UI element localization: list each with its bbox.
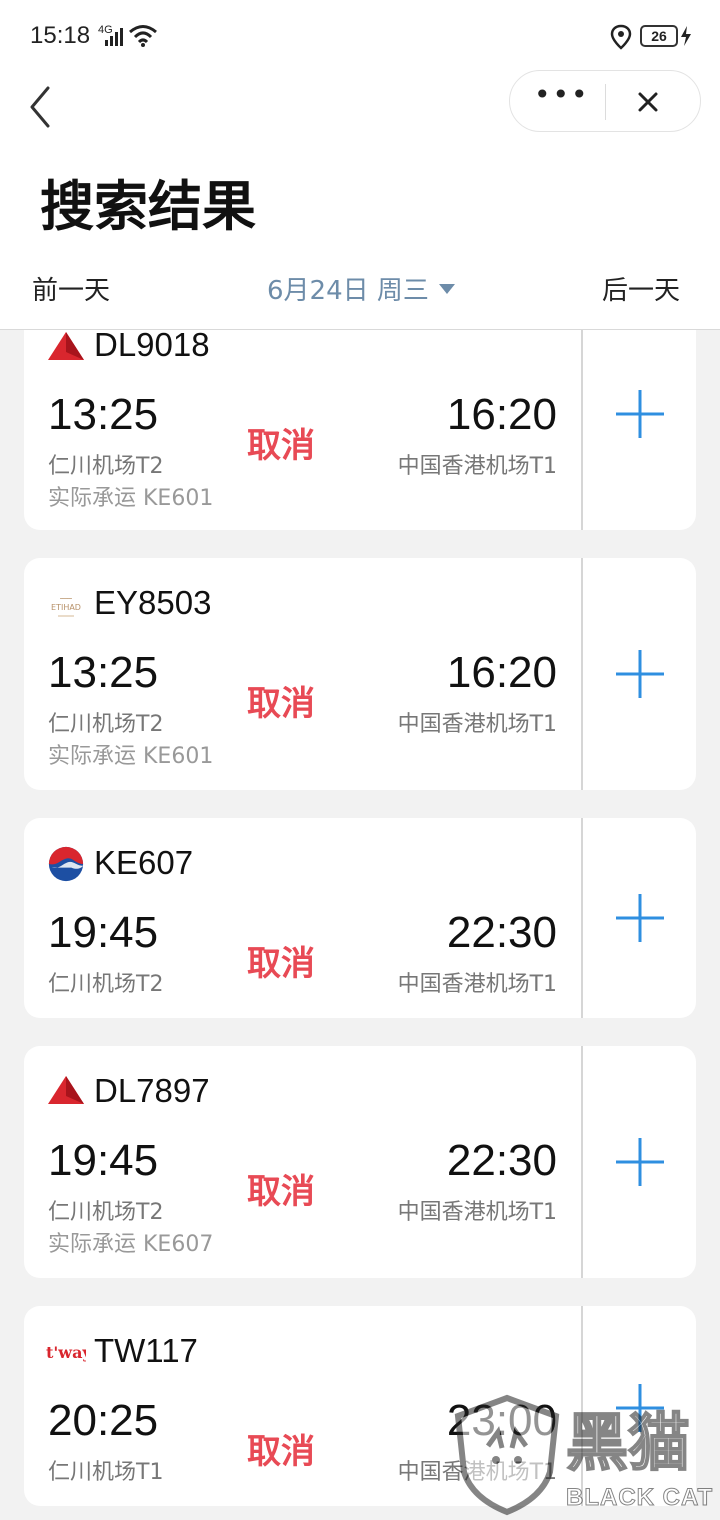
arrival-time: 22:30 [446,908,557,957]
close-icon[interactable] [635,89,661,115]
wifi-icon [129,25,157,47]
date-label: 6月24日 周三 [267,276,429,306]
arrival-time: 22:30 [446,1136,557,1185]
more-icon[interactable]: ••• [534,81,588,113]
flight-status: 取消 [247,1432,315,1472]
etihad-logo-text: ETIHAD [51,603,81,612]
departure-airport: 仁川机场T1 [48,1460,164,1485]
flight-number: EY8503 [94,584,212,621]
signal-icon [105,28,123,46]
arrival-airport: 中国香港机场T1 [397,972,557,997]
flight-number: DL9018 [94,330,210,363]
date-selector[interactable]: 6月24日 周三 [267,270,455,307]
arrival-airport: 中国香港机场T1 [397,454,557,479]
tway-logo-text: t'way [46,1343,86,1362]
operated-by: 实际承运 KE601 [48,744,214,769]
battery-indicator: 26 [640,25,678,47]
status-bar: 15:18 4G 26 [0,0,720,70]
etihad-logo-icon: ـــــ ETIHAD [51,592,81,617]
capsule-divider [605,84,606,120]
status-time: 15:18 [30,22,91,49]
delta-logo-icon [48,1076,84,1104]
flight-card[interactable]: DL7897 19:45 取消 22:30 仁川机场T2 中国香港机场T1 实际… [24,1046,696,1278]
location-icon [610,24,632,50]
prev-day-button[interactable]: 前一天 [32,270,110,307]
watermark-subtext: BLACK CAT [565,1484,714,1512]
departure-time: 19:45 [48,908,159,957]
departure-time: 13:25 [48,648,159,697]
svg-text:ـــــ: ـــــ [59,592,72,601]
arrival-airport: 中国香港机场T1 [397,1200,557,1225]
flight-card[interactable]: ـــــ ETIHAD EY8503 13:25 取消 16:20 仁川机场T… [24,558,696,790]
watermark-text: 黑猫 [565,1405,691,1480]
add-icon[interactable] [614,388,666,440]
flight-card-main: DL7897 19:45 取消 22:30 仁川机场T2 中国香港机场T1 实际… [24,1046,583,1278]
flight-card-main: DL9018 13:25 取消 16:20 仁川机场T2 中国香港机场T1 实际… [24,330,583,530]
operated-by: 实际承运 KE601 [48,486,214,511]
flight-status: 取消 [247,1172,315,1212]
add-icon[interactable] [614,892,666,944]
miniprogram-capsule: ••• [509,70,701,132]
departure-airport: 仁川机场T2 [48,454,164,479]
flight-status: 取消 [247,944,315,984]
arrival-time: 16:20 [446,390,557,439]
flight-card[interactable]: DL9018 13:25 取消 16:20 仁川机场T2 中国香港机场T1 实际… [24,330,696,530]
arrival-airport: 中国香港机场T1 [397,712,557,737]
black-cat-shield-icon [454,1394,560,1516]
add-icon[interactable] [614,648,666,700]
charging-icon [681,26,691,46]
tway-logo-icon: t'way [46,1343,86,1362]
flight-card-main: ـــــ ETIHAD EY8503 13:25 取消 16:20 仁川机场T… [24,558,583,790]
departure-airport: 仁川机场T2 [48,972,164,997]
add-icon[interactable] [614,1136,666,1188]
flight-list: DL9018 13:25 取消 16:20 仁川机场T2 中国香港机场T1 实际… [0,330,720,1520]
date-bar: 前一天 6月24日 周三 后一天 [0,254,720,330]
flight-card[interactable]: KE607 19:45 取消 22:30 仁川机场T2 中国香港机场T1 [24,818,696,1018]
black-cat-watermark: 黑猫 BLACK CAT [448,1390,720,1520]
departure-time: 13:25 [48,390,159,439]
header: ••• 搜索结果 前一天 6月24日 周三 后一天 [0,70,720,330]
page-title: 搜索结果 [40,175,256,238]
korean-air-logo-icon [48,846,84,882]
flight-status: 取消 [247,684,315,724]
departure-airport: 仁川机场T2 [48,1200,164,1225]
back-icon[interactable] [24,82,58,132]
next-day-button[interactable]: 后一天 [602,270,680,307]
arrival-time: 16:20 [446,648,557,697]
delta-logo-icon [48,332,84,360]
operated-by: 实际承运 KE607 [48,1232,214,1257]
flight-card-main: KE607 19:45 取消 22:30 仁川机场T2 中国香港机场T1 [24,818,583,1018]
flight-number: DL7897 [94,1072,210,1109]
flight-number: TW117 [94,1332,198,1369]
departure-airport: 仁川机场T2 [48,712,164,737]
departure-time: 19:45 [48,1136,159,1185]
flight-status: 取消 [247,426,315,466]
departure-time: 20:25 [48,1396,159,1445]
flight-number: KE607 [94,844,194,881]
caret-down-icon [438,283,455,294]
